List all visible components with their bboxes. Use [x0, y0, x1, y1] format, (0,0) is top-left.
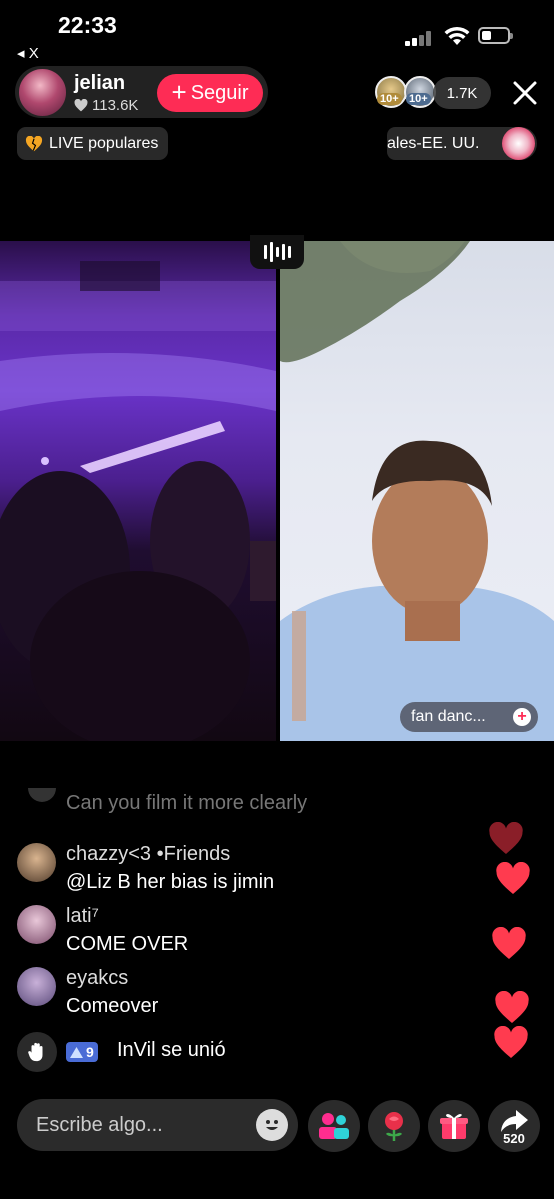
comment-avatar[interactable] [17, 967, 56, 1006]
multi-guest-button[interactable] [308, 1100, 360, 1152]
region-label: ales-EE. UU. [387, 134, 480, 152]
popular-live-tag[interactable]: LIVE populares [17, 127, 169, 160]
region-ranking-tag[interactable]: ales-EE. UU. [387, 127, 537, 160]
guest-scene [280, 241, 554, 741]
guest-name-pill[interactable]: fan danc... + [400, 702, 538, 732]
comment-text: COME OVER [66, 933, 189, 955]
close-icon[interactable] [510, 78, 540, 108]
rose-icon [385, 1112, 403, 1141]
gift-icon [440, 1114, 468, 1139]
comment-item: lati⁷ COME OVER [17, 905, 477, 960]
share-count: 520 [503, 1131, 525, 1146]
join-text: InVil se unió [117, 1039, 226, 1061]
heart-icon [74, 99, 88, 112]
comment-username[interactable]: chazzy<3 •Friends [66, 843, 230, 866]
viewer-rank-badge: 10+ [377, 93, 402, 105]
region-badge-icon [502, 127, 535, 160]
comment-input[interactable] [34, 1112, 248, 1138]
add-guest-icon[interactable]: + [513, 708, 531, 726]
cellular-signal-icon [405, 30, 433, 46]
host-likes-count: 113.6K [92, 97, 139, 114]
battery-icon [478, 27, 513, 44]
comment-text: @Liz B her bias is jimin [66, 871, 275, 893]
follow-label: Seguir [190, 81, 249, 104]
wave-hand-icon[interactable] [17, 1032, 57, 1072]
guest-name: fan danc... [411, 708, 486, 725]
user-level-badge: 9 [66, 1042, 98, 1062]
broken-heart-icon [25, 135, 43, 151]
back-to-app-link[interactable]: ◂ X [17, 44, 39, 62]
status-time: 22:33 [58, 12, 117, 38]
host-avatar[interactable] [17, 67, 68, 118]
guest-video-feed[interactable] [280, 241, 554, 741]
viewer-rank-badge: 10+ [406, 93, 431, 105]
hand-icon [28, 1042, 43, 1062]
floating-heart-icon [492, 927, 526, 959]
join-notice: 9 InVil se unió [17, 1032, 437, 1072]
comment-text: Comeover [66, 995, 159, 1017]
emoji-icon[interactable] [256, 1109, 288, 1141]
popular-live-label: LIVE populares [49, 134, 159, 152]
floating-heart-icon [496, 862, 530, 894]
smiley-icon [266, 1120, 278, 1130]
wifi-icon [444, 26, 470, 45]
share-button[interactable]: 520 [488, 1100, 540, 1152]
level-triangle-icon [70, 1046, 83, 1058]
comment-avatar [28, 788, 56, 802]
comment-avatar[interactable] [17, 905, 56, 944]
host-name[interactable]: jelian [74, 72, 125, 95]
gift-button[interactable] [428, 1100, 480, 1152]
comment-username[interactable]: eyakcs [66, 967, 128, 990]
follow-button[interactable]: + Seguir [157, 74, 263, 112]
concert-scene [0, 261, 276, 741]
faded-comment: Can you film it more clearly [66, 792, 308, 814]
comment-avatar[interactable] [17, 843, 56, 882]
plus-icon: + [171, 77, 187, 107]
comment-username[interactable]: lati⁷ [66, 905, 99, 928]
user-level: 9 [86, 1044, 94, 1060]
host-video-feed[interactable] [0, 241, 276, 741]
viewer-count[interactable]: 1.7K [433, 77, 491, 109]
floating-heart-icon [489, 822, 523, 854]
floating-heart-icon [495, 991, 529, 1023]
rose-gift-button[interactable] [368, 1100, 420, 1152]
floating-heart-icon [494, 1026, 528, 1058]
comment-input-container[interactable] [17, 1099, 298, 1151]
comment-item: eyakcs Comeover [17, 967, 477, 1022]
comment-item: chazzy<3 •Friends @Liz B her bias is jim… [17, 843, 477, 898]
host-likes: 113.6K [74, 97, 138, 114]
people-icon [319, 1113, 349, 1139]
audio-level-icon [250, 235, 304, 269]
